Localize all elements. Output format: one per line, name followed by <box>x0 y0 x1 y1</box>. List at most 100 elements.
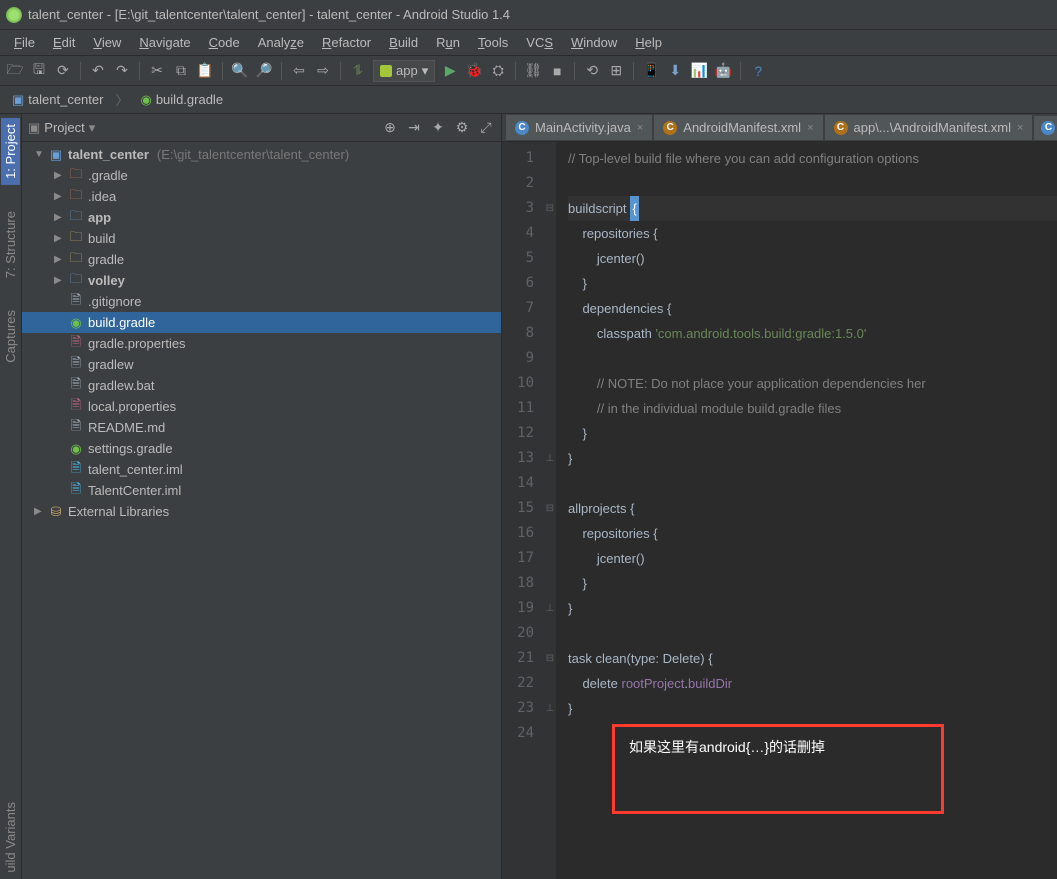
tree-item[interactable]: 🗎local.properties <box>22 396 501 417</box>
menu-edit[interactable]: Edit <box>45 33 83 52</box>
code-line[interactable]: } <box>568 271 1057 296</box>
code-line[interactable]: // NOTE: Do not place your application d… <box>568 371 1057 396</box>
editor-tab[interactable]: CMainActivity.java× <box>506 115 652 140</box>
code-line[interactable]: delete rootProject.buildDir <box>568 671 1057 696</box>
menu-view[interactable]: View <box>85 33 129 52</box>
undo-icon[interactable]: ↶ <box>89 62 107 80</box>
project-tree[interactable]: ▼▣talent_center (E:\git_talentcenter\tal… <box>22 142 501 879</box>
fold-marker[interactable] <box>544 621 556 646</box>
side-tab-build-variants[interactable]: uild Variants <box>1 796 20 879</box>
tree-item[interactable]: 🗎gradle.properties <box>22 333 501 354</box>
tree-item[interactable]: ▶🗀gradle <box>22 249 501 270</box>
tree-item[interactable]: 🗎.gitignore <box>22 291 501 312</box>
code-line[interactable] <box>568 621 1057 646</box>
tree-item[interactable]: 🗎talent_center.iml <box>22 459 501 480</box>
settings-icon[interactable]: ✦ <box>429 119 447 137</box>
project-panel-title[interactable]: Project <box>44 120 84 135</box>
project-structure-icon[interactable]: ⊞ <box>607 62 625 80</box>
code-line[interactable]: buildscript { <box>568 196 1057 221</box>
menu-code[interactable]: Code <box>201 33 248 52</box>
gradle-sync-icon[interactable]: ⟲ <box>583 62 601 80</box>
fold-column[interactable]: ⊟⊥⊟⊥⊟⊥ <box>544 142 556 879</box>
code-line[interactable] <box>568 346 1057 371</box>
close-icon[interactable]: × <box>1017 122 1023 134</box>
tree-item[interactable]: 🗎gradlew <box>22 354 501 375</box>
fold-marker[interactable]: ⊥ <box>544 596 556 621</box>
menu-build[interactable]: Build <box>381 33 426 52</box>
menu-window[interactable]: Window <box>563 33 625 52</box>
fold-marker[interactable] <box>544 171 556 196</box>
code-line[interactable] <box>568 171 1057 196</box>
sdk-icon[interactable]: ⬇ <box>666 62 684 80</box>
code-line[interactable]: classpath 'com.android.tools.build:gradl… <box>568 321 1057 346</box>
editor-tab[interactable]: Capp\...\AndroidManifest.xml× <box>825 115 1033 140</box>
save-icon[interactable]: 🖫 <box>30 62 48 80</box>
tree-item[interactable]: ▶🗀volley <box>22 270 501 291</box>
help-icon[interactable]: ? <box>749 62 767 80</box>
fold-marker[interactable] <box>544 321 556 346</box>
expand-icon[interactable]: ▶ <box>54 212 64 223</box>
fold-marker[interactable] <box>544 471 556 496</box>
fold-marker[interactable] <box>544 221 556 246</box>
tree-item[interactable]: 🗎gradlew.bat <box>22 375 501 396</box>
tree-item[interactable]: ◉build.gradle <box>22 312 501 333</box>
android-icon[interactable]: 🤖 <box>714 62 732 80</box>
code-area[interactable]: 123456789101112131415161718192021222324 … <box>502 142 1057 879</box>
replace-icon[interactable]: 🔎 <box>255 62 273 80</box>
run-icon[interactable]: ▶ <box>441 62 459 80</box>
more-tabs-icon[interactable]: C <box>1034 116 1057 140</box>
expand-icon[interactable]: ▶ <box>34 506 44 517</box>
code-text[interactable]: // Top-level build file where you can ad… <box>556 142 1057 879</box>
tree-item[interactable]: ▶🗀build <box>22 228 501 249</box>
menu-refactor[interactable]: Refactor <box>314 33 379 52</box>
code-line[interactable]: // Top-level build file where you can ad… <box>568 146 1057 171</box>
expand-icon[interactable]: ▶ <box>54 191 64 202</box>
coverage-icon[interactable]: ⛭ <box>489 62 507 80</box>
stop-icon[interactable]: ■ <box>548 62 566 80</box>
breadcrumb-file[interactable]: ◉ build.gradle <box>134 90 229 110</box>
hide-icon[interactable]: ⤢ <box>477 119 495 137</box>
menu-run[interactable]: Run <box>428 33 468 52</box>
code-line[interactable]: } <box>568 421 1057 446</box>
tree-item[interactable]: ▶🗀.gradle <box>22 165 501 186</box>
dropdown-icon[interactable]: ▾ <box>89 120 96 136</box>
code-line[interactable]: task clean(type: Delete) { <box>568 646 1057 671</box>
fold-marker[interactable] <box>544 371 556 396</box>
tree-item[interactable]: ▶🗀.idea <box>22 186 501 207</box>
scroll-to-icon[interactable]: ⊕ <box>381 119 399 137</box>
tree-item[interactable]: ▶🗀app <box>22 207 501 228</box>
run-config-selector[interactable]: app ▾ <box>373 60 435 82</box>
side-tab-captures[interactable]: Captures <box>1 304 20 369</box>
code-line[interactable]: // in the individual module build.gradle… <box>568 396 1057 421</box>
code-line[interactable]: jcenter() <box>568 246 1057 271</box>
tree-root[interactable]: ▼▣talent_center (E:\git_talentcenter\tal… <box>22 144 501 165</box>
sync-icon[interactable]: ⟳ <box>54 62 72 80</box>
menu-help[interactable]: Help <box>627 33 670 52</box>
forward-icon[interactable]: ⇨ <box>314 62 332 80</box>
menu-vcs[interactable]: VCS <box>518 33 561 52</box>
make-icon[interactable]: ⥮ <box>349 62 367 80</box>
expand-icon[interactable]: ▶ <box>54 233 64 244</box>
code-line[interactable]: repositories { <box>568 521 1057 546</box>
fold-marker[interactable] <box>544 521 556 546</box>
collapse-icon[interactable]: ⇥ <box>405 119 423 137</box>
expand-icon[interactable]: ▼ <box>34 149 44 160</box>
code-line[interactable]: repositories { <box>568 221 1057 246</box>
fold-marker[interactable] <box>544 571 556 596</box>
open-icon[interactable]: 🗁 <box>6 62 24 80</box>
debug-icon[interactable]: 🐞 <box>465 62 483 80</box>
cut-icon[interactable]: ✂ <box>148 62 166 80</box>
tree-item[interactable]: 🗎README.md <box>22 417 501 438</box>
breadcrumb-project[interactable]: ▣ talent_center <box>6 90 109 110</box>
close-icon[interactable]: × <box>807 122 813 134</box>
tree-external-libs[interactable]: ▶⛁External Libraries <box>22 501 501 522</box>
code-line[interactable]: } <box>568 596 1057 621</box>
side-tab-structure[interactable]: 7: Structure <box>1 205 20 284</box>
gear-icon[interactable]: ⚙ <box>453 119 471 137</box>
code-line[interactable]: allprojects { <box>568 496 1057 521</box>
tree-item[interactable]: 🗎TalentCenter.iml <box>22 480 501 501</box>
expand-icon[interactable]: ▶ <box>54 170 64 181</box>
expand-icon[interactable]: ▶ <box>54 254 64 265</box>
avd-icon[interactable]: 📱 <box>642 62 660 80</box>
copy-icon[interactable]: ⧉ <box>172 62 190 80</box>
